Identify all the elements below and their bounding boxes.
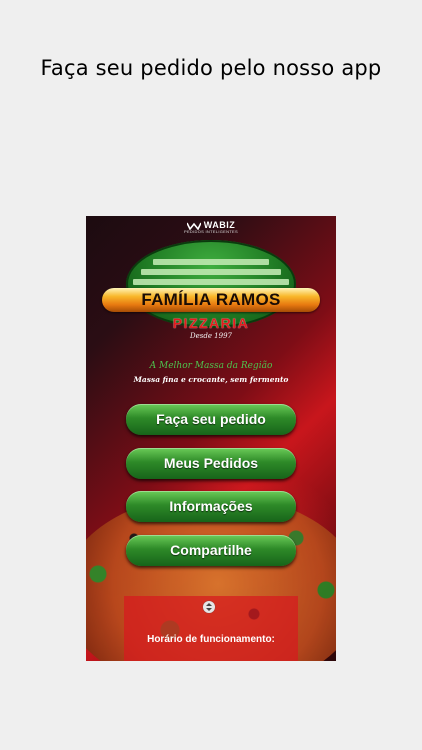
wabiz-brand: WABIZ PEDIDOS INTELIGENTES bbox=[86, 220, 336, 234]
expand-collapse-icon[interactable] bbox=[203, 601, 215, 613]
logo-title: FAMÍLIA RAMOS bbox=[102, 288, 320, 312]
logo-stripe bbox=[133, 279, 289, 285]
wabiz-tagline: PEDIDOS INTELIGENTES bbox=[183, 229, 238, 234]
hours-panel: Horário de funcionamento: bbox=[124, 596, 298, 661]
slogan-line-2: Massa fina e crocante, sem fermento bbox=[133, 375, 289, 384]
hours-label: Horário de funcionamento: bbox=[147, 634, 275, 645]
logo-subtitle: PIZZARIA bbox=[172, 315, 250, 331]
app-store-caption: Faça seu pedido pelo nosso app bbox=[40, 56, 382, 80]
order-button[interactable]: Faça seu pedido bbox=[126, 404, 296, 435]
share-button[interactable]: Compartilhe bbox=[126, 535, 296, 566]
logo-stripe bbox=[153, 259, 269, 265]
logo-stripe bbox=[141, 269, 281, 275]
logo-since: Desde 1997 bbox=[189, 332, 232, 340]
my-orders-button[interactable]: Meus Pedidos bbox=[126, 448, 296, 479]
slogan-line-1: A Melhor Massa da Região bbox=[149, 361, 273, 371]
info-button[interactable]: Informações bbox=[126, 491, 296, 522]
app-screen: WABIZ PEDIDOS INTELIGENTES FAMÍLIA RAMOS… bbox=[86, 216, 336, 661]
